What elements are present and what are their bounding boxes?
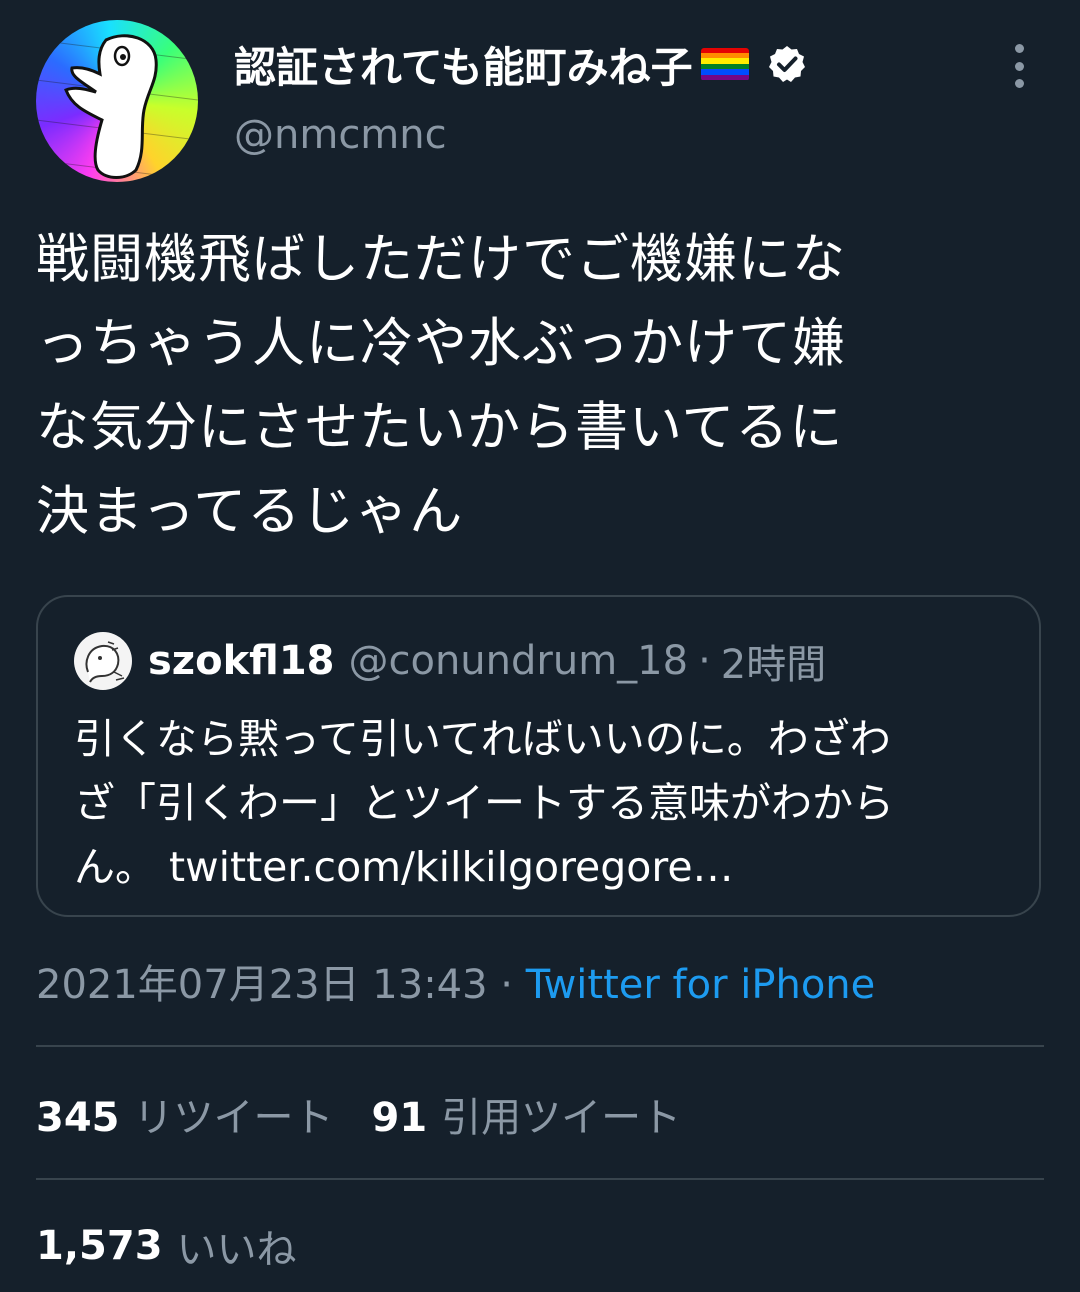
quotes-count: 91 [371,1095,428,1141]
tweet-meta: 2021年07月23日 13:43 · Twitter for iPhone [36,952,875,1010]
author-avatar[interactable] [36,20,198,182]
quoted-tweet-header: szokfl18 @conundrum_18 · 2時間 [148,633,826,689]
quoted-line: 引くなら黙って引いてればいいのに。わざわ [74,715,891,763]
retweets-stat[interactable]: 345 リツイート [36,1085,334,1143]
more-vertical-icon-dot [1014,79,1024,88]
rainbow-flag-icon [700,47,749,81]
likes-stats[interactable]: 1,573 いいね [36,1214,297,1278]
more-vertical-icon-dot [1014,44,1024,53]
retweets-count: 345 [36,1095,120,1141]
quoted-avatar-icon [85,641,125,683]
tweet-datetime[interactable]: 2021年07月23日 13:43 [36,962,488,1008]
tweet-line: な気分にさせたいから書いてるに [36,397,844,458]
tweet-line: 決まってるじゃん [36,481,464,542]
more-options-button[interactable] [1004,44,1034,88]
avatar-icon [36,34,198,181]
divider [36,1178,1044,1180]
quoted-separator: · [698,638,711,684]
author-display-name[interactable]: 認証されても能町みね子 [234,38,807,92]
verified-badge-icon [768,46,805,82]
quoted-timestamp: 2時間 [720,642,827,688]
divider [36,1045,1044,1047]
likes-label: いいね [176,1227,297,1273]
quoted-tweet-text: 引くなら黙って引いてればいいのに。わざわ ざ「引くわー」とツイートする意味がわか… [74,707,1024,899]
quoted-author-handle: @conundrum_18 [348,638,689,684]
more-vertical-icon-dot [1014,61,1024,71]
quoted-tweet-card[interactable]: szokfl18 @conundrum_18 · 2時間 引くなら黙って引いてれ… [36,595,1041,917]
author-handle[interactable]: @nmcmnc [234,112,447,158]
quoted-line: ん。 twitter.com/kilkilgoregore… [74,843,734,891]
flag-stripe [700,74,749,81]
tweet-line: 戦闘機飛ばしただけでご機嫌にな [36,229,846,290]
retweets-label: リツイート [133,1095,334,1141]
meta-separator: · [487,962,526,1008]
quoted-author-avatar [74,632,132,690]
quoted-author-name: szokfl18 [148,638,335,684]
quotes-stat[interactable]: 91 引用ツイート [372,1085,682,1143]
quoted-line: ざ「引くわー」とツイートする意味がわから [74,779,894,827]
retweet-stats: 345 リツイート 91 引用ツイート [36,1082,681,1146]
author-name-text: 認証されても能町みね子 [234,42,693,92]
tweet-line: っちゃう人に冷や水ぶっかけて嫌 [36,313,846,374]
likes-count: 1,573 [36,1223,163,1269]
tweet-source-link[interactable]: Twitter for iPhone [526,962,876,1008]
tweet-text: 戦闘機飛ばしただけでご機嫌にな っちゃう人に冷や水ぶっかけて嫌 な気分にさせたい… [36,218,1036,554]
quotes-label: 引用ツイート [441,1095,682,1141]
